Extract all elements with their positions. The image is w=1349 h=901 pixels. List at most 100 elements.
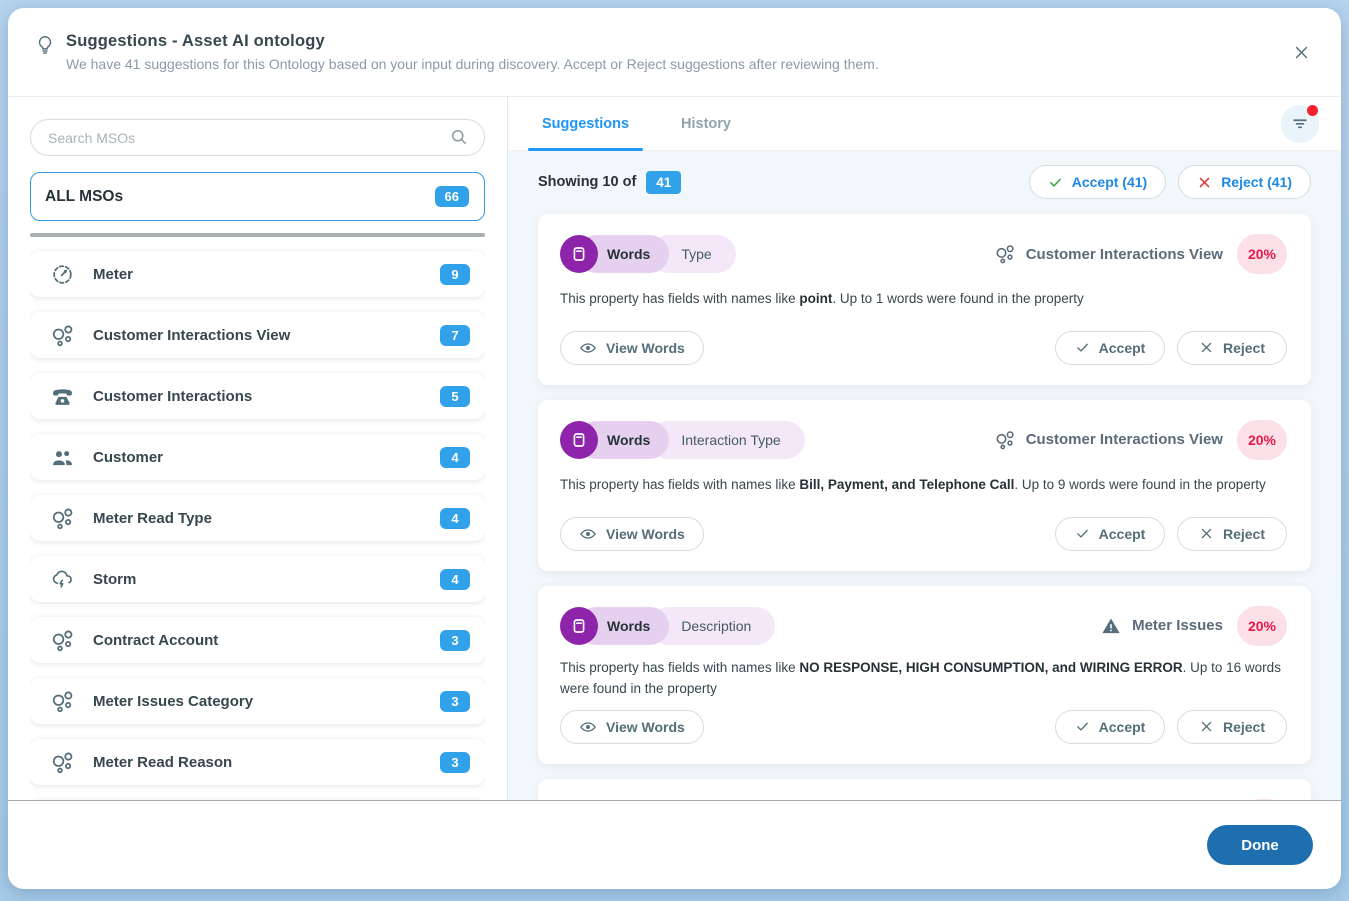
filter-icon xyxy=(1290,114,1310,134)
total-count-badge: 41 xyxy=(646,171,681,194)
x-icon xyxy=(1197,175,1212,190)
mso-list: Meter 9 Customer Interactions View 7 xyxy=(30,239,485,800)
showing-text: Showing 10 of xyxy=(538,174,636,190)
tab-suggestions[interactable]: Suggestions xyxy=(528,97,643,150)
search-input[interactable] xyxy=(30,119,485,156)
sidebar-item-customer[interactable]: Customer 4 xyxy=(30,434,485,480)
reject-button[interactable]: Reject xyxy=(1177,517,1287,551)
view-words-button[interactable]: View Words xyxy=(560,331,704,365)
suggestions-scroll-area[interactable]: Showing 10 of 41 Accept (41) Reject (41) xyxy=(508,151,1341,800)
filter-button[interactable] xyxy=(1281,105,1319,143)
confidence-badge: 20% xyxy=(1237,234,1287,274)
view-words-button[interactable]: View Words xyxy=(560,517,704,551)
reject-button[interactable]: Reject xyxy=(1177,331,1287,365)
suggestion-description: This property has fields with names like… xyxy=(560,658,1287,700)
suggestion-description: This property has fields with names like… xyxy=(560,289,1287,310)
accept-all-button[interactable]: Accept (41) xyxy=(1029,165,1166,199)
sidebar-item-meter-issues-category[interactable]: Meter Issues Category 3 xyxy=(30,678,485,724)
x-icon xyxy=(1199,340,1214,355)
view-words-button[interactable]: View Words xyxy=(560,710,704,744)
all-msos-label: ALL MSOs xyxy=(45,188,123,206)
property-pill: Interaction Type xyxy=(649,421,804,459)
sidebar-item-label: Meter Read Type xyxy=(93,510,440,527)
accept-button[interactable]: Accept xyxy=(1055,710,1165,744)
suggestion-type-pills: Words Description xyxy=(560,607,775,645)
molecule-icon xyxy=(994,429,1016,451)
accept-button[interactable]: Accept xyxy=(1055,517,1165,551)
view-words-label: View Words xyxy=(606,340,685,356)
molecule-icon xyxy=(50,689,75,714)
reject-label: Reject xyxy=(1223,340,1265,356)
close-icon[interactable] xyxy=(1287,38,1315,66)
sidebar-item-label: Customer Interactions View xyxy=(93,327,440,344)
x-icon xyxy=(1199,526,1214,541)
dialog-header: Suggestions - Asset AI ontology We have … xyxy=(8,8,1341,96)
confidence-badge: 20% xyxy=(1237,420,1287,460)
check-icon xyxy=(1048,175,1063,190)
view-words-label: View Words xyxy=(606,526,685,542)
sidebar-item-meter-read-reason[interactable]: Meter Read Reason 3 xyxy=(30,739,485,785)
phone-icon xyxy=(50,384,75,409)
search-icon xyxy=(449,127,469,147)
suggestion-card: Words Type Customer Interactions View xyxy=(538,214,1311,385)
count-badge: 3 xyxy=(440,752,470,773)
x-icon xyxy=(1199,719,1214,734)
sidebar-item-label: Storm xyxy=(93,571,440,588)
count-badge: 4 xyxy=(440,508,470,529)
sidebar-item-customer-interactions[interactable]: Customer Interactions 5 xyxy=(30,373,485,419)
count-badge: 7 xyxy=(440,325,470,346)
count-badge: 5 xyxy=(440,386,470,407)
molecule-icon xyxy=(50,506,75,531)
suggestion-card: Words Description Meter I xyxy=(538,586,1311,764)
suggestions-dialog: Suggestions - Asset AI ontology We have … xyxy=(8,8,1341,889)
entity-name: Customer Interactions View xyxy=(1026,431,1223,448)
sidebar-divider xyxy=(30,233,485,237)
accept-label: Accept xyxy=(1099,340,1146,356)
done-button[interactable]: Done xyxy=(1207,825,1313,865)
sidebar-item-contract-account[interactable]: Contract Account 3 xyxy=(30,617,485,663)
molecule-icon xyxy=(50,323,75,348)
check-icon xyxy=(1075,719,1090,734)
accept-all-label: Accept (41) xyxy=(1072,174,1147,190)
molecule-icon xyxy=(994,243,1016,265)
sidebar-item-meter-read-type[interactable]: Meter Read Type 4 xyxy=(30,495,485,541)
tab-history[interactable]: History xyxy=(667,97,745,150)
dialog-footer: Done xyxy=(8,800,1341,889)
count-badge: 4 xyxy=(440,569,470,590)
eye-icon xyxy=(579,339,597,357)
molecule-icon xyxy=(50,628,75,653)
reject-label: Reject xyxy=(1223,719,1265,735)
reject-all-label: Reject (41) xyxy=(1221,174,1292,190)
mso-sidebar: ALL MSOs 66 Meter 9 xyxy=(8,97,508,800)
view-words-label: View Words xyxy=(606,719,685,735)
sidebar-item-customer-interactions-view[interactable]: Customer Interactions View 7 xyxy=(30,312,485,358)
count-badge: 9 xyxy=(440,264,470,285)
notification-dot xyxy=(1307,105,1318,116)
sidebar-item-label: Customer Interactions xyxy=(93,388,440,405)
words-icon xyxy=(560,421,598,459)
sidebar-item-all-msos[interactable]: ALL MSOs 66 xyxy=(30,172,485,221)
reject-all-button[interactable]: Reject (41) xyxy=(1178,165,1311,199)
sidebar-item-meter[interactable]: Meter 9 xyxy=(30,251,485,297)
accept-button[interactable]: Accept xyxy=(1055,331,1165,365)
sidebar-item-storm[interactable]: Storm 4 xyxy=(30,556,485,602)
accept-label: Accept xyxy=(1099,526,1146,542)
people-icon xyxy=(50,445,75,470)
suggestion-card: Words Interaction Type Customer Interact… xyxy=(538,400,1311,571)
count-badge: 66 xyxy=(435,186,469,207)
words-icon xyxy=(560,235,598,273)
words-icon xyxy=(560,607,598,645)
entity-name: Meter Issues xyxy=(1132,617,1223,634)
sidebar-item-label: Meter xyxy=(93,266,440,283)
check-icon xyxy=(1075,340,1090,355)
suggestion-card-partial xyxy=(538,779,1311,800)
accept-label: Accept xyxy=(1099,719,1146,735)
warning-icon xyxy=(1100,615,1122,637)
lightbulb-icon xyxy=(34,34,56,56)
suggestion-type-pills: Words Interaction Type xyxy=(560,421,805,459)
reject-button[interactable]: Reject xyxy=(1177,710,1287,744)
confidence-badge: 20% xyxy=(1237,606,1287,646)
entity-name: Customer Interactions View xyxy=(1026,246,1223,263)
storm-icon xyxy=(50,567,75,592)
count-badge: 3 xyxy=(440,630,470,651)
